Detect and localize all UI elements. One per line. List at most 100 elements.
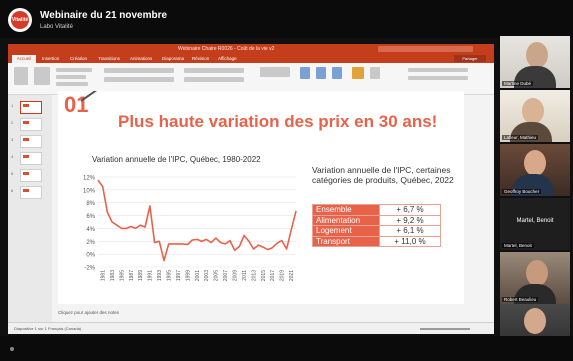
ppt-document-title: Webinaire Chaire R0026 - Coût de la vie … xyxy=(178,46,275,52)
image-icon[interactable] xyxy=(300,67,310,79)
x-tick-label: 1985 xyxy=(119,270,125,281)
category-cell: Logement xyxy=(312,225,380,237)
font-name-box[interactable] xyxy=(104,68,174,73)
cpi-data-point xyxy=(290,229,292,231)
participant-face xyxy=(524,150,546,176)
quick-styles-icon[interactable] xyxy=(370,67,380,79)
cpi-data-point xyxy=(210,242,212,243)
slide-thumbnail[interactable] xyxy=(20,169,42,182)
x-tick-label: 1993 xyxy=(157,270,163,281)
cpi-category-table: Ensemble + 6,7 % Alimentation + 9,2 % Loge… xyxy=(312,204,441,247)
cpi-data-point xyxy=(144,226,146,228)
ppt-titlebar: Webinaire Chaire R0026 - Coût de la vie … xyxy=(8,44,494,54)
slide-thumbnails-panel: 1 2 3 4 5 6 xyxy=(8,95,52,322)
participant-name: Martine Dubé xyxy=(502,81,534,86)
cpi-data-point xyxy=(140,224,141,226)
value-cell: + 9,2 % xyxy=(379,214,441,226)
tab-accueil[interactable]: Accueil xyxy=(12,55,36,63)
y-tick-label: 0% xyxy=(86,253,95,259)
cpi-data-point xyxy=(281,240,283,242)
new-slide-icon[interactable] xyxy=(34,67,50,85)
tab-revision[interactable]: Révision xyxy=(192,55,209,63)
share-button[interactable]: Partager xyxy=(454,55,486,62)
textbox-icon[interactable] xyxy=(332,67,342,79)
cpi-data-point xyxy=(272,247,273,249)
video-tile[interactable]: Martel, Benoit Martel, Benoit xyxy=(500,198,570,250)
participant-face xyxy=(526,260,548,286)
thumb-number: 6 xyxy=(11,188,14,193)
cpi-data-point xyxy=(229,240,231,242)
y-tick-label: 2% xyxy=(86,240,95,246)
cpi-data-point xyxy=(262,246,264,248)
participant-name: Geoffroy Boucher xyxy=(502,189,542,194)
slide-thumbnail[interactable] xyxy=(20,135,42,148)
cpi-data-point xyxy=(234,249,236,251)
cpi-data-point xyxy=(206,238,207,240)
slide-thumbnail[interactable] xyxy=(20,118,42,131)
paragraph-buttons[interactable] xyxy=(184,68,244,73)
tab-transitions[interactable]: Transitions xyxy=(98,55,120,63)
slide-thumbnail[interactable] xyxy=(20,101,42,114)
meeting-header: Vitalité Webinaire du 21 novembre Labo V… xyxy=(0,0,573,38)
tab-animations[interactable]: Animations xyxy=(130,55,152,63)
meeting-controls-bar xyxy=(0,336,573,361)
slide-title: Plus haute variation des prix en 30 ans! xyxy=(118,112,438,131)
video-tile[interactable]: Lafleur, Mathieu xyxy=(500,90,570,142)
video-tile[interactable]: Robert Beaulieu xyxy=(500,252,570,304)
cpi-data-point xyxy=(276,242,278,244)
video-tile[interactable]: Martine Dubé xyxy=(500,36,570,88)
x-tick-label: 2005 xyxy=(214,270,220,281)
paste-icon[interactable] xyxy=(14,67,28,85)
table-row: Alimentation + 9,2 % xyxy=(312,214,441,226)
cpi-data-point xyxy=(177,243,179,245)
layout-button[interactable] xyxy=(56,68,92,72)
y-tick-label: 6% xyxy=(86,214,95,220)
font-format-buttons[interactable] xyxy=(104,77,174,82)
cpi-data-point xyxy=(248,240,250,242)
meeting-title: Webinaire du 21 novembre xyxy=(40,10,168,21)
slide-thumbnail[interactable] xyxy=(20,186,42,199)
convert-smartart-icon[interactable] xyxy=(260,67,290,77)
x-tick-label: 2009 xyxy=(233,270,239,281)
outline-button[interactable] xyxy=(408,76,468,80)
video-tile[interactable]: Geoffroy Boucher xyxy=(500,144,570,196)
tab-creation[interactable]: Création xyxy=(70,55,87,63)
x-tick-label: 2019 xyxy=(280,270,286,281)
slide-thumbnail[interactable] xyxy=(20,152,42,165)
cpi-data-point xyxy=(135,228,137,229)
notes-placeholder[interactable]: Cliquez pour ajouter des notes xyxy=(58,310,119,315)
tab-insertion[interactable]: Insertion xyxy=(42,55,59,63)
cpi-data-point xyxy=(224,243,226,245)
fill-button[interactable] xyxy=(408,68,468,72)
cpi-data-point xyxy=(158,240,160,242)
chart-title: Variation annuelle de l'IPC, Québec, 198… xyxy=(92,155,261,164)
tab-diaporama[interactable]: Diaporama xyxy=(162,55,184,63)
x-tick-label: 1989 xyxy=(138,270,144,281)
reset-button[interactable] xyxy=(56,75,86,79)
table-row: Ensemble + 6,7 % xyxy=(312,204,441,216)
y-tick-label: 8% xyxy=(86,201,95,207)
participant-face xyxy=(522,98,544,124)
section-button[interactable] xyxy=(56,82,88,86)
participant-strip: Martine Dubé Lafleur, Mathieu Geoffroy B… xyxy=(497,36,573,356)
ppt-search-box[interactable] xyxy=(378,46,473,52)
y-tick-label: 10% xyxy=(83,188,96,194)
shapes-icon[interactable] xyxy=(316,67,326,79)
cpi-data-point xyxy=(111,221,113,223)
thumb-number: 5 xyxy=(11,171,14,176)
x-tick-label: 2003 xyxy=(204,270,210,281)
arrange-icon[interactable] xyxy=(352,67,364,79)
cpi-data-point xyxy=(116,224,118,226)
category-cell: Ensemble xyxy=(312,204,380,216)
zoom-slider[interactable] xyxy=(420,328,470,330)
slide-info: Diapositive 1 sur 1 Français (Canada) xyxy=(14,326,82,331)
table-row: Logement + 6,1 % xyxy=(312,225,441,237)
participant-name: Lafleur, Mathieu xyxy=(502,135,539,140)
organizer-logo: Vitalité xyxy=(8,8,32,32)
status-dot-icon xyxy=(10,347,14,351)
cpi-data-point xyxy=(121,228,122,229)
alignment-buttons[interactable] xyxy=(184,77,244,82)
x-tick-label: 2007 xyxy=(223,270,229,281)
participant-face xyxy=(526,42,548,68)
tab-affichage[interactable]: Affichage xyxy=(218,55,237,63)
